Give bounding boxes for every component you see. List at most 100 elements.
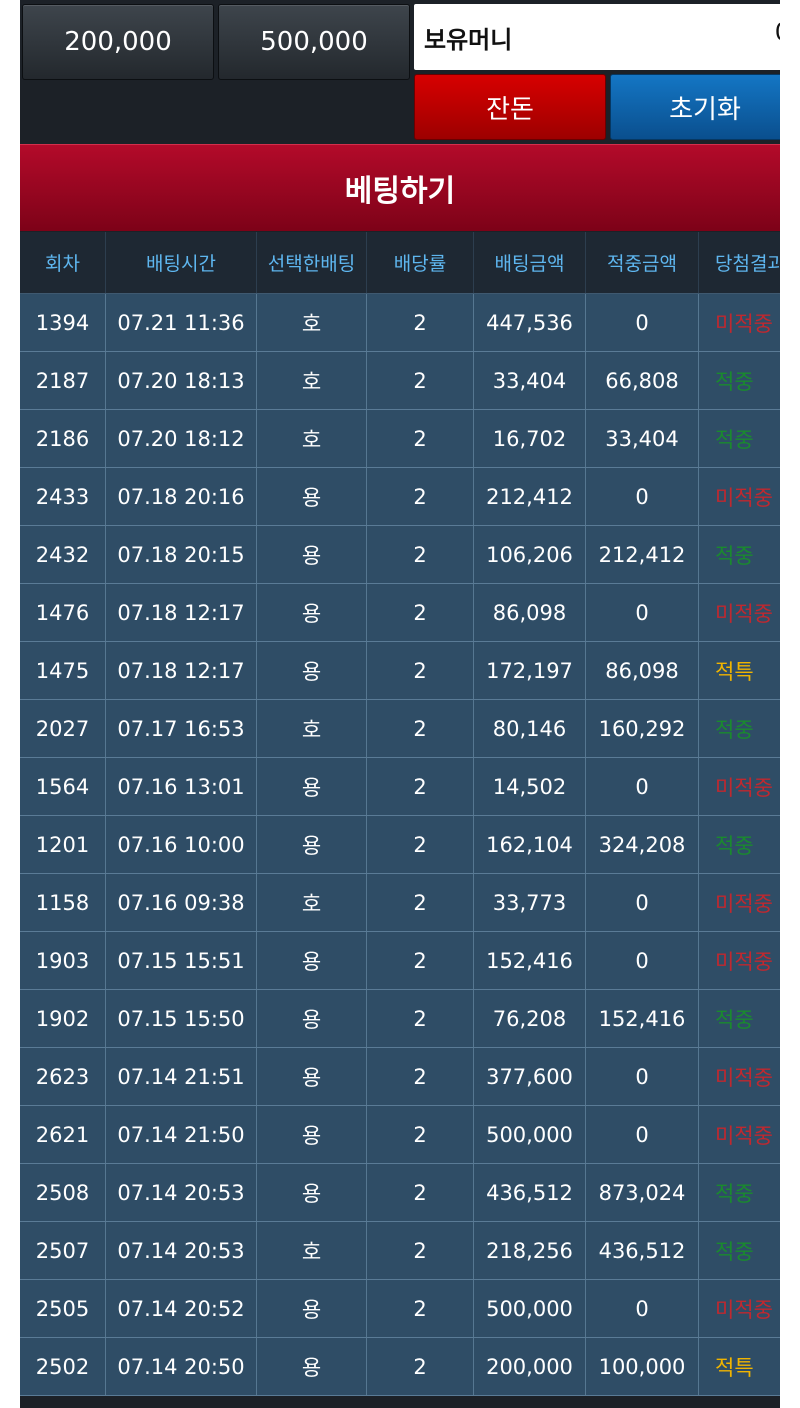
cell-odds: 2 (367, 352, 474, 409)
cell-odds: 2 (367, 526, 474, 583)
header-result: 당첨결과 (715, 253, 780, 275)
cell-result: 적중 (715, 427, 754, 452)
cell-bet-time: 07.16 09:38 (106, 874, 257, 931)
cell-selected-bet: 용 (257, 1048, 367, 1105)
cell-round: 1475 (20, 642, 106, 699)
cell-bet-time: 07.14 20:53 (106, 1164, 257, 1221)
cell-round: 1564 (20, 758, 106, 815)
table-header-row: 회차 배팅시간 선택한배팅 배당률 배팅금액 적중금액 당첨결과 (20, 232, 780, 294)
cell-result: 미적중 (715, 891, 773, 916)
cell-bet-amount: 377,600 (474, 1048, 586, 1105)
cell-selected-bet: 용 (257, 990, 367, 1047)
cell-round: 1158 (20, 874, 106, 931)
cell-result: 적중 (715, 1239, 754, 1264)
change-button[interactable]: 잔돈 (414, 74, 606, 140)
bet-history-table: 회차 배팅시간 선택한배팅 배당률 배팅금액 적중금액 당첨결과 1394 07.… (20, 232, 780, 1396)
cell-odds: 2 (367, 468, 474, 525)
cell-bet-amount: 162,104 (474, 816, 586, 873)
reset-button[interactable]: 초기화 (610, 74, 780, 140)
cell-win-amount: 0 (586, 932, 699, 989)
header-win-amount: 적중금액 (586, 232, 699, 293)
header-round: 회차 (20, 232, 106, 293)
cell-round: 2027 (20, 700, 106, 757)
amount-button-200000[interactable]: 200,000 (22, 4, 214, 80)
cell-bet-amount: 218,256 (474, 1222, 586, 1279)
cell-odds: 2 (367, 1048, 474, 1105)
cell-result: 미적중 (715, 601, 773, 626)
cell-bet-amount: 500,000 (474, 1106, 586, 1163)
cell-odds: 2 (367, 584, 474, 641)
cell-round: 2502 (20, 1338, 106, 1395)
cell-bet-time: 07.21 11:36 (106, 294, 257, 351)
table-row: 1475 07.18 12:17 용 2 172,197 86,098 적특 (20, 642, 780, 700)
cell-result: 적특 (715, 1355, 754, 1380)
cell-result: 미적중 (715, 775, 773, 800)
cell-win-amount: 212,412 (586, 526, 699, 583)
cell-odds: 2 (367, 642, 474, 699)
cell-odds: 2 (367, 1338, 474, 1395)
cell-bet-time: 07.16 13:01 (106, 758, 257, 815)
cell-bet-amount: 16,702 (474, 410, 586, 467)
table-row: 1903 07.15 15:51 용 2 152,416 0 미적중 (20, 932, 780, 990)
cell-round: 1903 (20, 932, 106, 989)
cell-bet-amount: 447,536 (474, 294, 586, 351)
balance-label: 보유머니 (424, 25, 513, 54)
cell-round: 1476 (20, 584, 106, 641)
amount-button-500000[interactable]: 500,000 (218, 4, 410, 80)
cell-bet-time: 07.14 21:51 (106, 1048, 257, 1105)
cell-selected-bet: 호 (257, 700, 367, 757)
cell-round: 2505 (20, 1280, 106, 1337)
cell-bet-amount: 212,412 (474, 468, 586, 525)
cell-result: 미적중 (715, 1123, 773, 1148)
cell-round: 2433 (20, 468, 106, 525)
cell-selected-bet: 용 (257, 1338, 367, 1395)
cell-win-amount: 0 (586, 468, 699, 525)
cell-bet-amount: 33,404 (474, 352, 586, 409)
cell-round: 2508 (20, 1164, 106, 1221)
cell-round: 2186 (20, 410, 106, 467)
cell-bet-time: 07.18 12:17 (106, 584, 257, 641)
cell-round: 2507 (20, 1222, 106, 1279)
cell-odds: 2 (367, 990, 474, 1047)
cell-odds: 2 (367, 1164, 474, 1221)
header-bet-time: 배팅시간 (106, 232, 257, 293)
table-row: 2623 07.14 21:51 용 2 377,600 0 미적중 (20, 1048, 780, 1106)
cell-bet-amount: 80,146 (474, 700, 586, 757)
cell-result: 적특 (715, 659, 754, 684)
cell-bet-amount: 86,098 (474, 584, 586, 641)
cell-bet-time: 07.18 20:16 (106, 468, 257, 525)
cell-selected-bet: 용 (257, 468, 367, 525)
table-row: 2027 07.17 16:53 호 2 80,146 160,292 적중 (20, 700, 780, 758)
table-row: 2508 07.14 20:53 용 2 436,512 873,024 적중 (20, 1164, 780, 1222)
cell-bet-amount: 33,773 (474, 874, 586, 931)
cell-odds: 2 (367, 816, 474, 873)
table-row: 2432 07.18 20:15 용 2 106,206 212,412 적중 (20, 526, 780, 584)
cell-win-amount: 86,098 (586, 642, 699, 699)
cell-round: 2621 (20, 1106, 106, 1163)
cell-round: 2187 (20, 352, 106, 409)
cell-win-amount: 0 (586, 294, 699, 351)
cell-win-amount: 100,000 (586, 1338, 699, 1395)
table-row: 1158 07.16 09:38 호 2 33,773 0 미적중 (20, 874, 780, 932)
header-odds: 배당률 (367, 232, 474, 293)
cell-bet-time: 07.15 15:50 (106, 990, 257, 1047)
cell-odds: 2 (367, 294, 474, 351)
cell-selected-bet: 호 (257, 1222, 367, 1279)
cell-odds: 2 (367, 1222, 474, 1279)
cell-bet-time: 07.16 10:00 (106, 816, 257, 873)
cell-selected-bet: 용 (257, 1280, 367, 1337)
cell-bet-amount: 200,000 (474, 1338, 586, 1395)
cell-result: 적중 (715, 1181, 754, 1206)
cell-bet-amount: 106,206 (474, 526, 586, 583)
cell-odds: 2 (367, 874, 474, 931)
table-row: 1201 07.16 10:00 용 2 162,104 324,208 적중 (20, 816, 780, 874)
cell-win-amount: 324,208 (586, 816, 699, 873)
cell-result: 미적중 (715, 1065, 773, 1090)
place-bet-button[interactable]: 베팅하기 (20, 144, 780, 231)
cell-win-amount: 0 (586, 758, 699, 815)
cell-result: 적중 (715, 369, 754, 394)
table-row: 2505 07.14 20:52 용 2 500,000 0 미적중 (20, 1280, 780, 1338)
cell-result: 적중 (715, 717, 754, 742)
cell-win-amount: 0 (586, 1280, 699, 1337)
cell-selected-bet: 용 (257, 526, 367, 583)
